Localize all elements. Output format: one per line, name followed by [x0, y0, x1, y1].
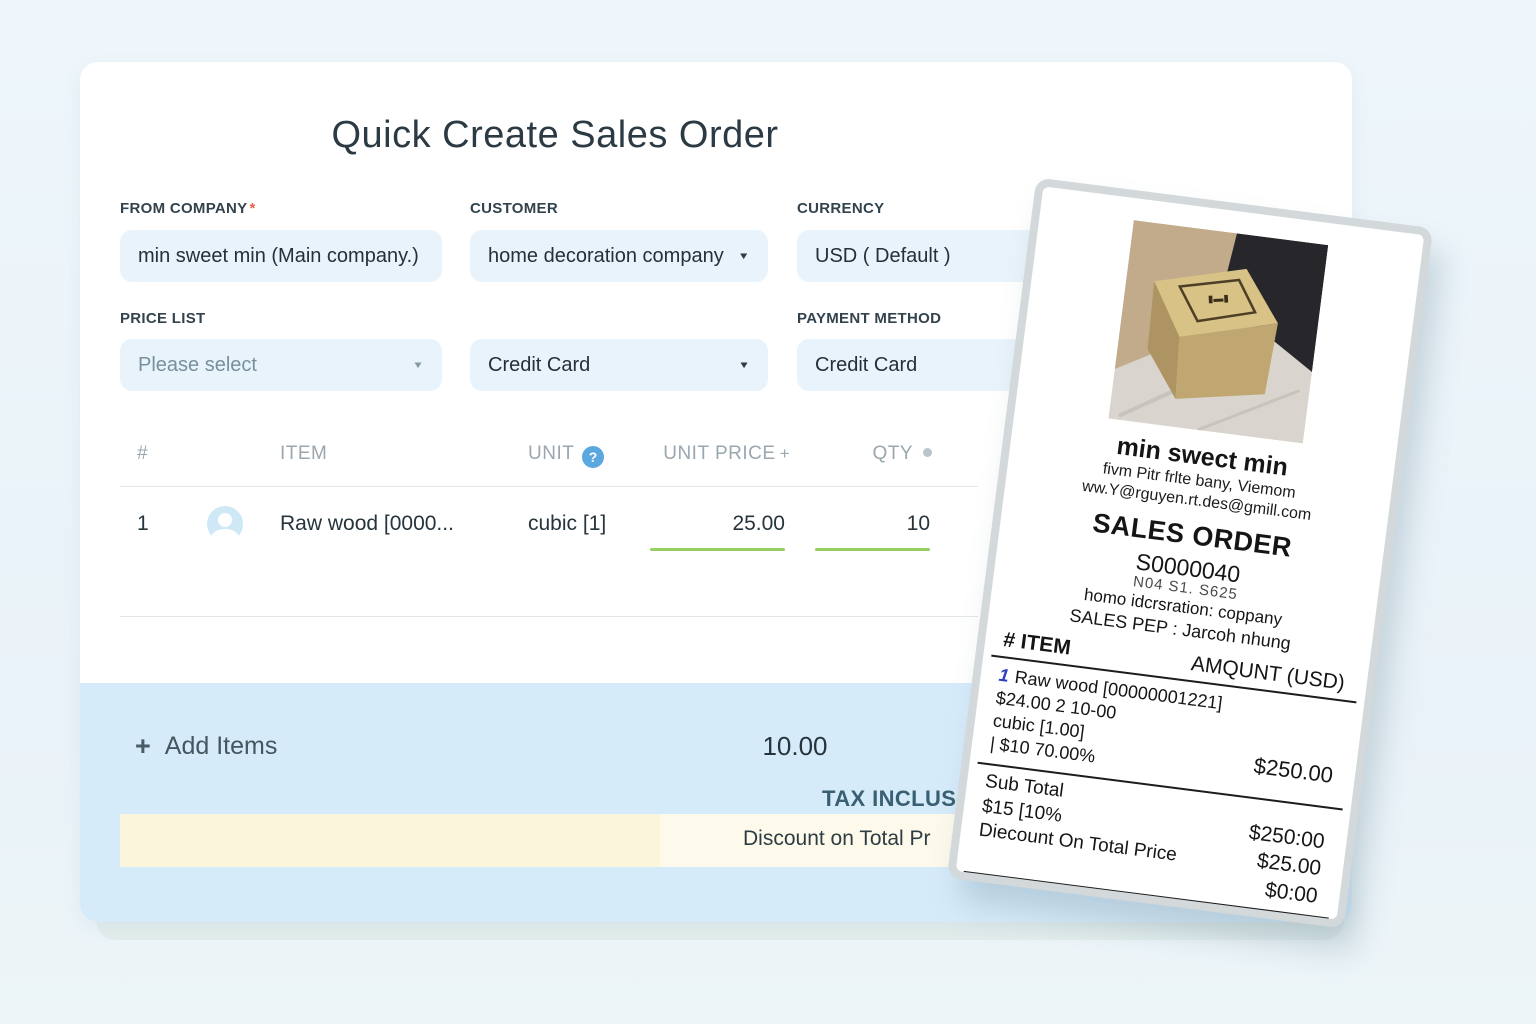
col-header-num: # [137, 443, 148, 465]
chevron-down-icon: ▼ [412, 359, 424, 370]
svg-text:▮▬▮: ▮▬▮ [1208, 293, 1230, 305]
add-items-label: Add Items [165, 732, 278, 761]
col-header-item: ITEM [280, 443, 327, 465]
qty-underline [815, 548, 930, 551]
customer-select[interactable]: home decoration company ▼ [470, 230, 768, 282]
from-company-value: min sweet min (Main company.) [138, 245, 419, 268]
plus-icon: + [135, 731, 151, 762]
from-company-label-text: FROM COMPANY [120, 200, 247, 217]
quantity-total: 10.00 [735, 731, 855, 762]
row-item-name[interactable]: Raw wood [0000... [280, 512, 454, 536]
discount-highlight-bar [120, 814, 660, 867]
col-header-unit: UNIT? [528, 443, 604, 468]
chevron-down-icon: ▼ [738, 359, 750, 370]
qty-dot-icon [923, 448, 932, 457]
tax-inclusive-label: TAX INCLUS [822, 786, 956, 812]
col-header-qty: QTY [820, 443, 932, 465]
price-list-label: PRICE LIST [120, 310, 206, 327]
currency-label: CURRENCY [797, 200, 884, 217]
currency-value: USD ( Default ) [815, 245, 951, 268]
page-title: Quick Create Sales Order [80, 114, 1030, 157]
unit-price-underline [650, 548, 785, 551]
receipt-totals-labels: Sub Total $15 [10% Diecount On Total Pri… [974, 770, 1184, 891]
from-company-field[interactable]: min sweet min (Main company.) [120, 230, 442, 282]
customer-value: home decoration company [488, 245, 724, 268]
receipt-item-num: 1 [998, 665, 1010, 686]
price-list-select[interactable]: Please select ▼ [120, 339, 442, 391]
payment-method-value: Credit Card [815, 354, 917, 377]
payment-method-label: PAYMENT METHOD [797, 310, 941, 327]
table-header-divider [120, 486, 978, 487]
receipt-item-lines: 1Raw wood [00000001221] $24.00 2 10-00 c… [989, 664, 1224, 784]
col-header-unit-price[interactable]: UNIT PRICE + [640, 443, 790, 465]
unit-header-text: UNIT [528, 443, 574, 464]
qty-header-text: QTY [872, 443, 913, 464]
item-thumbnail-icon[interactable] [207, 506, 243, 542]
row-num: 1 [137, 512, 149, 536]
add-items-button[interactable]: + Add Items [135, 731, 277, 762]
customer-label: CUSTOMER [470, 200, 558, 217]
required-asterisk: * [249, 200, 255, 217]
from-company-label: FROM COMPANY* [120, 200, 256, 217]
currency-select[interactable]: USD ( Default ) [797, 230, 1052, 282]
sort-plus-icon: + [780, 444, 790, 463]
unit-price-header-text: UNIT PRICE [663, 443, 775, 464]
row-qty-input[interactable]: 10 [815, 512, 930, 536]
product-photo: ▮▬▮ [1108, 220, 1328, 443]
row-unit[interactable]: cubic [1] [528, 512, 606, 536]
help-question-icon[interactable]: ? [582, 446, 604, 468]
price-list-placeholder: Please select [138, 354, 257, 377]
chevron-down-icon: ▼ [738, 250, 750, 261]
row-unit-price-input[interactable]: 25.00 [650, 512, 785, 536]
shipping-method-select[interactable]: Credit Card ▼ [470, 339, 768, 391]
table-row-divider [120, 616, 978, 617]
shipping-method-value: Credit Card [488, 354, 590, 377]
receipt-item-amount: $250.00 [1252, 753, 1334, 789]
receipt-col-item: # ITEM [1002, 628, 1072, 660]
discount-on-total-label: Discount on Total Pr [743, 827, 931, 851]
receipt-totals-values: $250:00 $25.00 $0:00 [1240, 819, 1326, 910]
